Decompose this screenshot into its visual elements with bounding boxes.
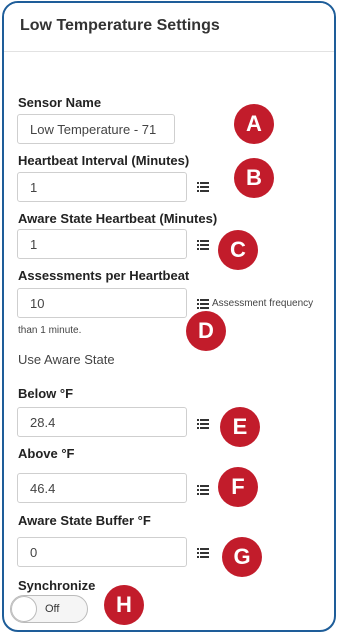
callout-badge-d: D: [186, 311, 226, 351]
callout-badge-f: F: [218, 467, 258, 507]
assessments-label: Assessments per Heartbeat: [18, 268, 190, 283]
below-input[interactable]: 28.4: [17, 407, 187, 437]
list-icon[interactable]: [197, 419, 209, 429]
list-icon[interactable]: [197, 182, 209, 192]
sensor-name-label: Sensor Name: [18, 95, 102, 110]
above-label: Above °F: [18, 446, 75, 461]
callout-badge-a: A: [234, 104, 274, 144]
synchronize-toggle[interactable]: Off: [10, 595, 88, 623]
toggle-knob: [11, 596, 37, 622]
toggle-state-text: Off: [45, 603, 60, 615]
aware-heartbeat-label: Aware State Heartbeat (Minutes): [18, 211, 218, 226]
list-icon[interactable]: [197, 240, 209, 250]
assessments-input[interactable]: 10: [17, 288, 187, 318]
heartbeat-interval-label: Heartbeat Interval (Minutes): [18, 153, 190, 168]
callout-badge-b: B: [234, 158, 274, 198]
aware-buffer-label: Aware State Buffer °F: [18, 513, 151, 528]
callout-badge-h: H: [104, 585, 144, 625]
panel-header: Low Temperature Settings: [4, 3, 334, 52]
settings-panel: Low Temperature Settings Sensor Name Low…: [2, 1, 336, 632]
aware-heartbeat-input[interactable]: 1: [17, 229, 187, 259]
sensor-name-input[interactable]: Low Temperature - 71: [17, 114, 175, 144]
heartbeat-interval-input[interactable]: 1: [17, 172, 187, 202]
assessment-hint: Assessment frequency: [212, 298, 314, 309]
above-input[interactable]: 46.4: [17, 473, 187, 503]
list-icon[interactable]: [197, 548, 209, 558]
assessment-hint-continued: than 1 minute.: [18, 325, 82, 336]
panel-title: Low Temperature Settings: [20, 17, 220, 34]
list-icon[interactable]: [197, 485, 209, 495]
aware-buffer-input[interactable]: 0: [17, 537, 187, 567]
callout-badge-e: E: [220, 407, 260, 447]
synchronize-label: Synchronize: [18, 578, 96, 593]
below-label: Below °F: [18, 386, 74, 401]
callout-badge-c: C: [218, 230, 258, 270]
callout-badge-g: G: [222, 537, 262, 577]
use-aware-state-label: Use Aware State: [18, 352, 115, 367]
list-icon[interactable]: [197, 299, 209, 309]
